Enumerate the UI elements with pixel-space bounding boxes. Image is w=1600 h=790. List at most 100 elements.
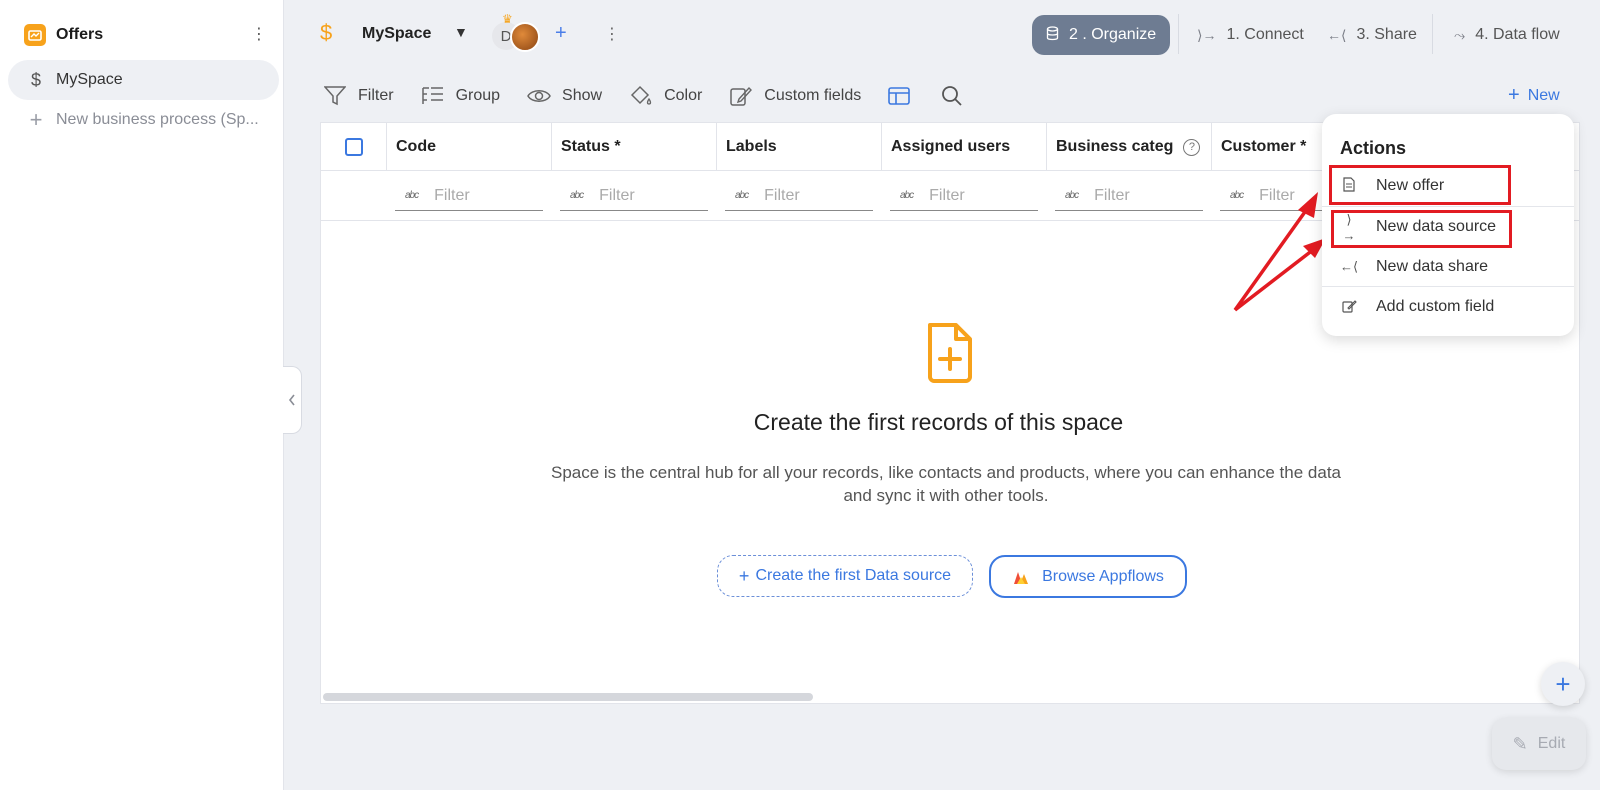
text-type-icon: abc — [405, 190, 419, 201]
show-label: Show — [562, 87, 603, 104]
select-all-cell — [321, 123, 386, 171]
highlight-box — [1331, 210, 1512, 248]
actions-menu: Actions New offer ⟩→ New data source ←⟨ … — [1322, 114, 1574, 336]
plus-icon: + — [1555, 668, 1571, 699]
step-share-button[interactable]: ←⟨ 3. Share — [1327, 15, 1417, 55]
table-layout-icon[interactable] — [887, 86, 911, 106]
menu-item-add-custom-field[interactable]: Add custom field — [1322, 287, 1574, 327]
column-label: Code — [396, 138, 436, 155]
eye-icon — [526, 85, 552, 107]
new-button[interactable]: + New — [1508, 84, 1560, 107]
pencil-icon: ✎ — [1512, 733, 1528, 754]
empty-state-description: Space is the central hub for all your re… — [550, 463, 1342, 505]
toolbar: Filter Group Show Color Custom fields — [322, 80, 993, 112]
color-button[interactable]: Color — [628, 85, 702, 107]
top-bar: $ MySpace ▼ D ♛ + ⋮ 2 . Organize ⟩→ 1. C… — [320, 12, 1584, 55]
column-label: Business categ — [1056, 138, 1174, 155]
browse-button-label: Browse Appflows — [1042, 567, 1164, 585]
menu-item-label: Add custom field — [1376, 298, 1495, 315]
column-header-code[interactable]: Code — [386, 123, 551, 171]
filter-input[interactable] — [434, 186, 525, 205]
menu-item-new-data-share[interactable]: ←⟨ New data share — [1322, 247, 1574, 287]
custom-fields-button[interactable]: Custom fields — [728, 85, 861, 107]
help-icon[interactable]: ? — [1183, 138, 1201, 156]
appflows-logo-icon — [1014, 571, 1029, 584]
sidebar-title: Offers — [56, 26, 104, 43]
filter-button[interactable]: Filter — [322, 85, 394, 107]
more-icon[interactable]: ⋮ — [604, 24, 620, 44]
horizontal-scrollbar[interactable] — [323, 693, 813, 701]
color-label: Color — [664, 87, 703, 104]
share-icon: ←⟨ — [1340, 259, 1359, 274]
actions-menu-title: Actions — [1340, 138, 1407, 158]
filter-labels: abc — [725, 181, 873, 211]
add-record-fab[interactable]: + — [1541, 662, 1585, 706]
paint-bucket-icon — [628, 85, 654, 107]
plus-icon: + — [1508, 84, 1520, 106]
filter-code: abc — [395, 181, 543, 211]
caret-down-icon[interactable]: ▼ — [454, 24, 468, 40]
edit-form-icon — [1340, 299, 1358, 316]
custom-fields-label: Custom fields — [764, 87, 862, 104]
group-label: Group — [455, 87, 501, 104]
filter-input[interactable] — [764, 186, 855, 205]
select-all-checkbox[interactable] — [344, 138, 363, 156]
add-member-icon[interactable]: + — [555, 22, 567, 45]
crown-icon: ♛ — [502, 12, 513, 26]
sidebar-item-myspace[interactable]: $ MySpace — [8, 60, 279, 100]
search-icon[interactable] — [941, 85, 963, 107]
browse-appflows-button[interactable]: Browse Appflows — [989, 555, 1187, 598]
step-label: 4. Data flow — [1475, 26, 1560, 43]
text-type-icon: abc — [570, 190, 584, 201]
sidebar-item-label: New business process (Sp... — [56, 111, 259, 128]
column-header-assigned-users[interactable]: Assigned users — [881, 123, 1046, 171]
filter-input[interactable] — [929, 186, 1020, 205]
step-data-flow-button[interactable]: ⤳ 4. Data flow — [1454, 15, 1560, 55]
create-first-data-source-button[interactable]: + Create the first Data source — [717, 555, 973, 597]
dollar-icon: $ — [30, 69, 41, 90]
data-flow-icon: ⤳ — [1454, 26, 1466, 43]
text-type-icon: abc — [1065, 190, 1079, 201]
add-file-icon — [926, 321, 974, 388]
show-button[interactable]: Show — [526, 85, 602, 107]
column-header-business-category[interactable]: Business categ? — [1046, 123, 1211, 171]
divider — [1432, 14, 1433, 54]
sidebar-item-new-business-process[interactable]: + New business process (Sp... — [8, 100, 279, 140]
filter-label: Filter — [358, 87, 394, 104]
database-icon — [1046, 26, 1059, 44]
group-icon — [420, 85, 446, 107]
highlight-box — [1329, 165, 1511, 205]
step-label: 2 . Organize — [1069, 26, 1157, 43]
plus-icon: + — [738, 565, 750, 586]
group-button[interactable]: Group — [420, 85, 500, 107]
filter-input[interactable] — [599, 186, 690, 205]
share-icon: ←⟨ — [1327, 26, 1347, 43]
filter-assigned-users: abc — [890, 181, 1038, 211]
avatar-photo — [510, 22, 540, 52]
members-avatars[interactable]: D ♛ — [492, 12, 544, 52]
edit-button[interactable]: ✎ Edit — [1492, 718, 1586, 770]
sidebar-more-icon[interactable]: ⋮ — [251, 27, 267, 43]
connect-icon: ⟩→ — [1197, 26, 1217, 43]
column-label: Labels — [726, 138, 777, 155]
new-label: New — [1527, 86, 1560, 104]
space-name[interactable]: MySpace — [362, 25, 431, 43]
sidebar-header: Offers ⋮ — [24, 22, 267, 48]
filter-icon — [322, 85, 348, 107]
filter-input[interactable] — [1094, 186, 1185, 205]
edit-form-icon — [728, 85, 754, 107]
column-header-labels[interactable]: Labels — [716, 123, 881, 171]
step-connect-button[interactable]: ⟩→ 1. Connect — [1197, 15, 1304, 55]
menu-item-label: New data share — [1376, 258, 1489, 275]
sidebar-collapse-button[interactable] — [283, 366, 302, 434]
sidebar-item-label: MySpace — [56, 71, 123, 88]
create-button-label: Create the first Data source — [755, 567, 952, 584]
step-label: 3. Share — [1356, 26, 1417, 43]
column-label: Assigned users — [891, 138, 1011, 155]
chevron-left-icon — [288, 394, 295, 406]
divider — [1178, 14, 1179, 54]
step-organize-button[interactable]: 2 . Organize — [1032, 15, 1171, 55]
column-header-status[interactable]: Status * — [551, 123, 716, 171]
column-label: Status * — [561, 138, 621, 155]
step-label: 1. Connect — [1226, 26, 1304, 43]
